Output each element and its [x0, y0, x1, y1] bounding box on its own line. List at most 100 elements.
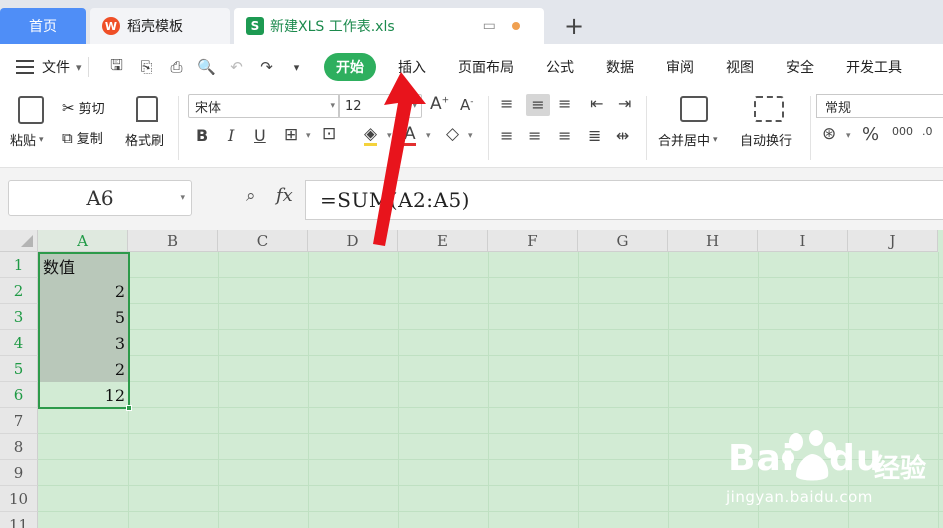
chevron-down-icon[interactable]: ▾ [387, 132, 392, 141]
chevron-down-icon[interactable]: ▾ [306, 132, 311, 141]
redo-icon[interactable]: ↷ [257, 58, 277, 76]
chevron-down-icon[interactable]: ▾ [76, 61, 82, 74]
ribbon-tab-view[interactable]: 视图 [710, 53, 770, 81]
row-header-5[interactable]: 5 [0, 356, 38, 382]
watermark-brand-part1: Bai [728, 438, 796, 479]
column-header-H[interactable]: H [668, 230, 758, 252]
decrease-font-icon[interactable]: A- [460, 98, 474, 113]
row-header-9[interactable]: 9 [0, 460, 38, 486]
save-icon[interactable]: 🖫 [107, 55, 127, 80]
font-name-select[interactable]: 宋体 ▾ [188, 94, 340, 118]
tab-home[interactable]: 首页 [0, 8, 86, 44]
increase-decimal-icon[interactable]: .0 [922, 126, 933, 137]
hamburger-menu-icon[interactable] [16, 60, 34, 74]
print-icon[interactable]: ⎙ [167, 58, 187, 76]
format-painter-button[interactable]: 格式刷 [125, 130, 164, 149]
row-header-2[interactable]: 2 [0, 278, 38, 304]
tab-templates[interactable]: W 稻壳模板 [90, 8, 230, 44]
cut-button[interactable]: ✂ 剪切 [62, 98, 105, 118]
align-top-icon[interactable]: ≡ [500, 96, 513, 112]
underline-icon[interactable]: U [254, 128, 266, 144]
percent-icon[interactable]: % [862, 126, 879, 144]
tab-current-file[interactable]: S 新建XLS 工作表.xls ▭ [234, 8, 544, 44]
row-header-10[interactable]: 10 [0, 486, 38, 512]
align-bottom-icon[interactable]: ≡ [558, 96, 571, 112]
chevron-down-icon[interactable]: ▾ [846, 132, 851, 141]
column-header-A[interactable]: A [38, 230, 128, 252]
row-header-4[interactable]: 4 [0, 330, 38, 356]
column-header-F[interactable]: F [488, 230, 578, 252]
align-middle-icon[interactable]: ≡ [526, 94, 550, 116]
paste-button[interactable]: 粘贴 ▾ [10, 130, 44, 149]
column-header-J[interactable]: J [848, 230, 938, 252]
column-header-E[interactable]: E [398, 230, 488, 252]
fill-color-icon[interactable]: ◈ [364, 126, 378, 146]
increase-indent-icon[interactable]: ⇥ [618, 96, 631, 112]
clear-format-icon[interactable]: ◇ [446, 126, 459, 143]
select-all-corner[interactable] [0, 230, 38, 252]
wrap-text-button[interactable]: 自动换行 [740, 130, 792, 149]
fill-handle[interactable] [126, 405, 132, 411]
currency-icon[interactable]: ⊛ [822, 126, 836, 143]
thousands-icon[interactable]: 000 [892, 126, 913, 137]
merge-center-button[interactable]: 合并居中 ▾ [658, 130, 718, 149]
bold-icon[interactable]: B [196, 128, 208, 144]
ribbon-tab-insert[interactable]: 插入 [382, 53, 442, 81]
row-header-11[interactable]: 11 [0, 512, 38, 528]
row-header-7[interactable]: 7 [0, 408, 38, 434]
border-icon[interactable]: ⊞ [284, 127, 298, 144]
row-header-8[interactable]: 8 [0, 434, 38, 460]
ribbon-tab-developer[interactable]: 开发工具 [830, 53, 918, 81]
column-header-C[interactable]: C [218, 230, 308, 252]
ribbon-tab-data[interactable]: 数据 [590, 53, 650, 81]
align-left-icon[interactable]: ≡ [500, 128, 513, 144]
decrease-indent-icon[interactable]: ⇤ [590, 96, 603, 112]
ribbon-tab-security[interactable]: 安全 [770, 53, 830, 81]
column-header-D[interactable]: D [308, 230, 398, 252]
chevron-down-icon[interactable]: ▾ [468, 132, 473, 141]
wrap-text-icon[interactable] [754, 96, 784, 122]
format-painter-icon[interactable] [136, 96, 158, 122]
ribbon-tabs: 开始 插入 页面布局 公式 数据 审阅 视图 安全 开发工具 [324, 53, 918, 81]
undo-icon[interactable]: ↶ [227, 58, 247, 76]
gridline [578, 252, 579, 528]
insert-function-icon[interactable]: fx [276, 185, 293, 206]
paste-icon[interactable] [18, 96, 44, 124]
column-header-I[interactable]: I [758, 230, 848, 252]
column-header-B[interactable]: B [128, 230, 218, 252]
file-menu[interactable]: 文件 [42, 57, 70, 77]
name-box[interactable]: A6 ▾ [8, 180, 192, 216]
italic-icon[interactable]: I [228, 128, 234, 144]
row-header-1[interactable]: 1 [0, 252, 38, 278]
copy-button[interactable]: ⧉ 复制 [62, 128, 103, 148]
chevron-down-icon[interactable]: ▾ [426, 132, 431, 141]
formula-input[interactable]: =SUM(A2:A5) [305, 180, 943, 220]
ribbon-tab-formulas[interactable]: 公式 [530, 53, 590, 81]
font-size-select[interactable]: 12 ▾ [338, 94, 422, 118]
scissors-icon: ✂ [62, 98, 75, 117]
row-header-6[interactable]: 6 [0, 382, 38, 408]
customize-dropdown-icon[interactable]: ▾ [287, 61, 307, 74]
zoom-icon[interactable]: ⌕ [246, 186, 256, 206]
number-format-select[interactable]: 常规 [816, 94, 943, 118]
export-icon[interactable]: ⎘ [137, 58, 157, 76]
ribbon-tab-home[interactable]: 开始 [324, 53, 376, 81]
merge-style-icon[interactable]: ⊡ [322, 126, 336, 143]
tab-templates-label: 稻壳模板 [127, 19, 183, 35]
monitor-icon[interactable]: ▭ [483, 18, 496, 34]
ribbon-tab-page-layout[interactable]: 页面布局 [442, 53, 530, 81]
align-center-icon[interactable]: ≡ [528, 128, 541, 144]
increase-font-icon[interactable]: A+ [430, 96, 449, 113]
new-tab-button[interactable]: + [560, 8, 588, 44]
column-header-G[interactable]: G [578, 230, 668, 252]
justify-icon[interactable]: ≣ [588, 128, 601, 144]
font-color-icon[interactable]: A [404, 126, 416, 146]
row-header-3[interactable]: 3 [0, 304, 38, 330]
distribute-icon[interactable]: ⇹ [616, 128, 629, 144]
print-preview-icon[interactable]: 🔍 [197, 58, 217, 76]
merge-center-icon[interactable] [680, 96, 708, 122]
gridline [38, 329, 943, 330]
align-right-icon[interactable]: ≡ [558, 128, 571, 144]
ribbon-tab-review[interactable]: 审阅 [650, 53, 710, 81]
paste-label: 粘贴 [10, 134, 37, 149]
